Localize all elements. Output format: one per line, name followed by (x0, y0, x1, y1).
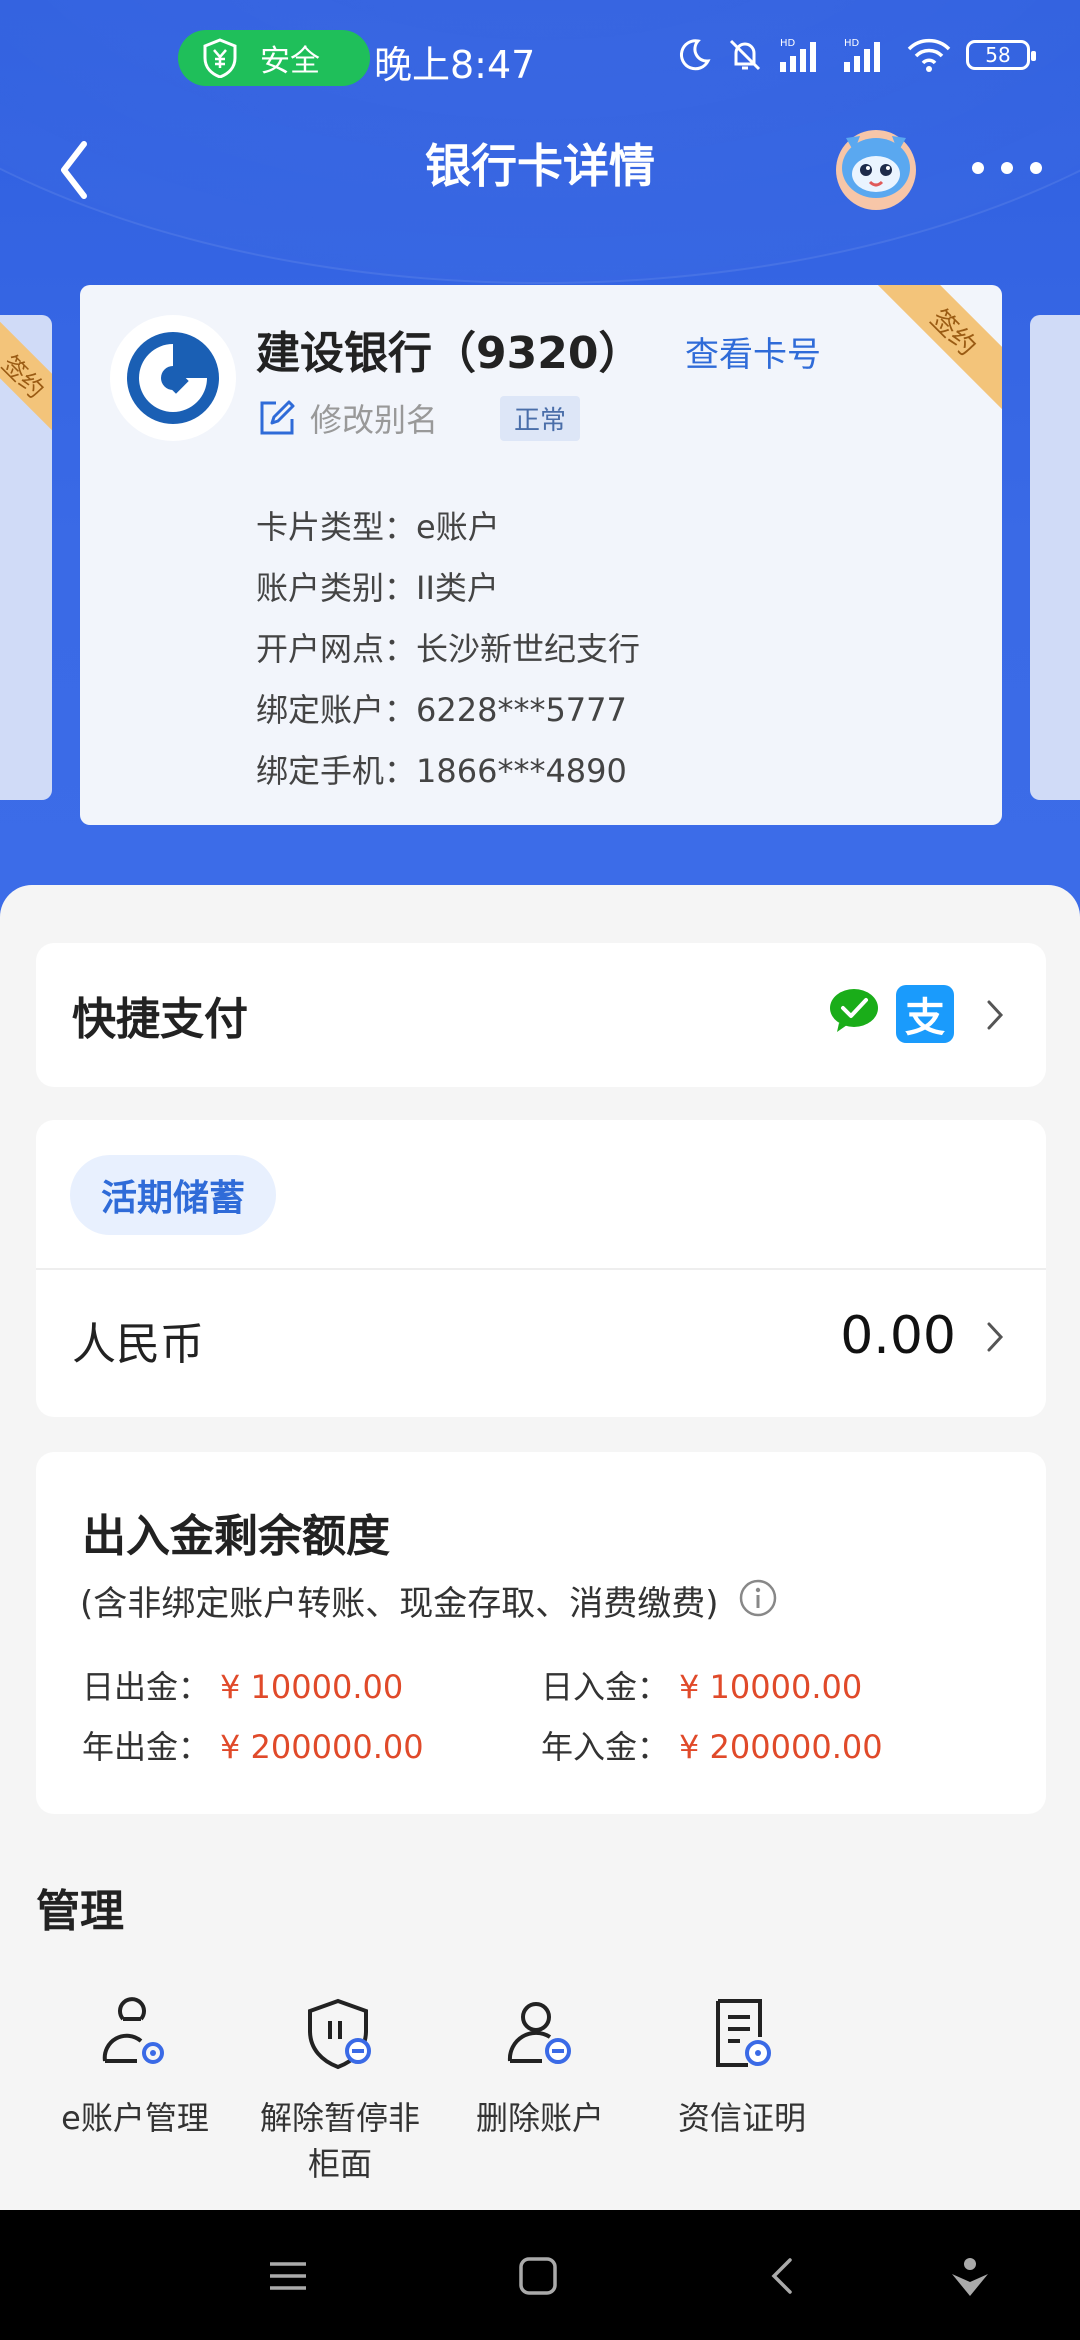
alipay-icon: 支 (896, 985, 954, 1043)
wechat-pay-icon (830, 989, 878, 1032)
navigation-bar: 银行卡详情 (0, 118, 1080, 238)
savings-account-card: 活期储蓄 人民币 0.00 (36, 1120, 1046, 1417)
more-options-button[interactable] (972, 148, 1042, 188)
yearly-out-label: 年出金： (82, 1728, 211, 1766)
edit-alias-button[interactable]: 修改别名 (310, 395, 438, 441)
back-icon[interactable] (760, 2252, 808, 2300)
ccb-logo-icon (127, 332, 219, 424)
assistant-icon[interactable] (946, 2252, 994, 2300)
shield-pause-icon (308, 1998, 371, 2070)
credit-certificate-label: 资信证明 (677, 2099, 806, 2137)
bound-account-row: 绑定账户：6228***5777 (256, 691, 627, 729)
delete-account-button[interactable]: 删除账户 (430, 1995, 650, 2141)
shield-yen-icon (203, 38, 237, 78)
moon-icon (679, 39, 711, 71)
clock: 晚上8:47 (374, 43, 536, 87)
account-class-row: 账户类别：II类户 (256, 569, 499, 607)
more-dot (972, 162, 984, 174)
daily-in-limit: 日入金： ¥ 10000.00 (541, 1662, 862, 1708)
e-account-manage-button[interactable]: e账户管理 (25, 1995, 245, 2141)
signal-icon: HD (780, 38, 816, 72)
mascot-avatar[interactable] (828, 118, 924, 214)
more-dot (1030, 162, 1042, 174)
daily-out-value: ¥ 10000.00 (220, 1668, 404, 1706)
quick-pay-row[interactable]: 快捷支付 支 (36, 943, 1046, 1087)
previous-card[interactable]: 签约 (0, 315, 52, 800)
status-badge: 正常 (500, 395, 581, 441)
transaction-limits-card: 出入金剩余额度 (含非绑定账户转账、现金存取、消费缴费) 日出金： ¥ 10000… (36, 1452, 1046, 1814)
limits-subtitle: (含非绑定账户转账、现金存取、消费缴费) (80, 1584, 719, 1624)
savings-tag[interactable]: 活期储蓄 (70, 1155, 276, 1235)
more-dot (1001, 162, 1013, 174)
yearly-out-limit: 年出金： ¥ 200000.00 (82, 1722, 424, 1768)
e-account-settings-icon (102, 1997, 164, 2064)
next-card[interactable] (1030, 315, 1080, 800)
bank-name: 建设银行（9320） (256, 328, 643, 379)
info-icon[interactable] (738, 1578, 778, 1618)
card-type-row: 卡片类型：e账户 (256, 508, 500, 546)
content-sheet: 快捷支付 支 活期储蓄 人民币 0.00 出入金剩余额度 (含非绑定账户转账、现… (0, 885, 1080, 2210)
bound-phone-row: 绑定手机：1866***4890 (256, 752, 627, 790)
signal-icon-2: HD (844, 38, 880, 72)
daily-in-label: 日入金： (541, 1668, 670, 1706)
wifi-icon (907, 38, 951, 72)
yearly-out-value: ¥ 200000.00 (220, 1728, 424, 1766)
bell-mute-icon (729, 39, 761, 71)
chevron-right-icon (987, 1000, 1004, 1030)
yearly-in-value: ¥ 200000.00 (679, 1728, 883, 1766)
user-remove-icon (507, 2002, 571, 2064)
side-card-ribbon: 签约 (0, 315, 52, 443)
delete-account-label: 删除账户 (475, 2099, 604, 2137)
security-label: 安全 (260, 44, 320, 79)
credit-certificate-button[interactable]: 资信证明 (632, 1995, 852, 2141)
home-icon[interactable] (514, 2252, 562, 2300)
svg-text:HD: HD (780, 38, 796, 49)
battery-indicator: 58 (966, 40, 1036, 70)
e-account-manage-label: e账户管理 (61, 2099, 209, 2137)
chevron-right-icon[interactable] (984, 1320, 1006, 1354)
unsuspend-non-counter-button[interactable]: 解除暂停非柜面 (230, 1995, 450, 2187)
daily-out-limit: 日出金： ¥ 10000.00 (82, 1662, 403, 1708)
balance-amount[interactable]: 0.00 (840, 1306, 956, 1366)
daily-out-label: 日出金： (82, 1668, 211, 1706)
divider (36, 1268, 1046, 1270)
branch-row: 开户网点：长沙新世纪支行 (256, 630, 641, 668)
unsuspend-label: 解除暂停非柜面 (259, 2099, 420, 2183)
edit-icon[interactable] (256, 397, 298, 439)
svg-text:HD: HD (844, 38, 860, 49)
document-icon (716, 1999, 771, 2067)
status-bar: 安全 晚上8:47 HD HD 58 (0, 0, 1080, 118)
limits-title: 出入金剩余额度 (82, 1511, 390, 1562)
signed-ribbon: 签约 (872, 285, 1002, 414)
yearly-in-label: 年入金： (541, 1728, 670, 1766)
security-badge[interactable]: 安全 (178, 30, 370, 86)
battery-level: 58 (985, 43, 1011, 67)
daily-in-value: ¥ 10000.00 (679, 1668, 863, 1706)
manage-section-title: 管理 (36, 1886, 124, 1937)
ccb-logo (110, 315, 236, 441)
quick-pay-title: 快捷支付 (72, 994, 248, 1045)
view-card-number-link[interactable]: 查看卡号 (685, 327, 821, 376)
bank-card: 签约 建设银行（9320） 查看卡号 修改别名 正常 卡片类型：e账户 账户类别… (80, 285, 1002, 825)
card-info-list: 卡片类型：e账户 账户类别：II类户 开户网点：长沙新世纪支行 绑定账户：622… (256, 497, 640, 802)
menu-icon[interactable] (264, 2252, 312, 2300)
yearly-in-limit: 年入金： ¥ 200000.00 (541, 1722, 883, 1768)
system-navigation-bar (0, 2210, 1080, 2340)
currency-label[interactable]: 人民币 (72, 1308, 204, 1372)
